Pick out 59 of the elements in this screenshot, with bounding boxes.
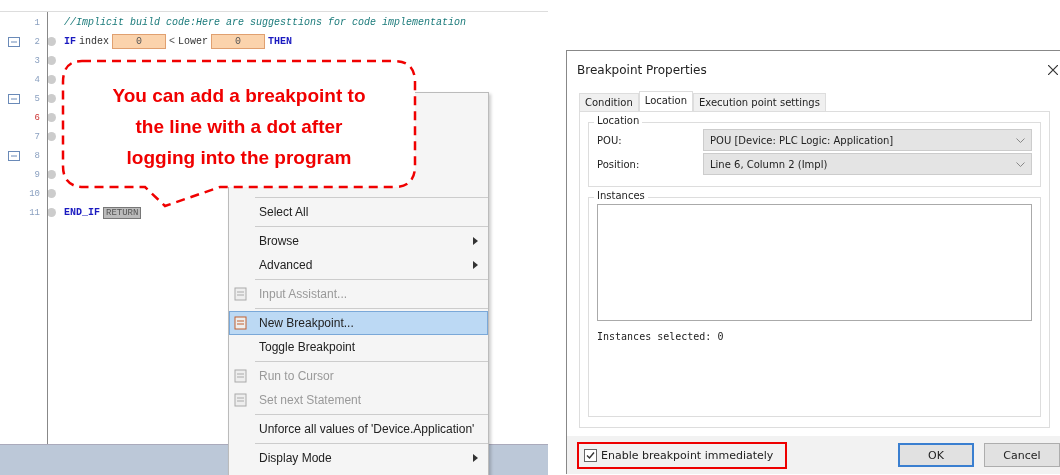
line-number: 8 xyxy=(33,150,40,161)
code-comment: //Implicit build code:Here are suggesttions for code implementation xyxy=(64,17,467,28)
line-number: 7 xyxy=(33,131,40,142)
breakpoint-dot[interactable] xyxy=(47,113,56,122)
dialog-title: Breakpoint Properties xyxy=(577,63,707,77)
breakpoint-dot[interactable] xyxy=(47,132,56,141)
tab[interactable]: Execution point settings xyxy=(693,93,826,111)
tab[interactable]: Location xyxy=(638,91,694,111)
tab[interactable]: Condition xyxy=(579,93,639,111)
breakpoint-dot[interactable] xyxy=(47,37,56,46)
code-keyword: END_IF xyxy=(64,207,100,218)
monitor-value: 0 xyxy=(211,34,266,49)
checkbox-label: Enable breakpoint immediately xyxy=(601,448,774,462)
dropdown[interactable]: Line 6, Column 2 (Impl) xyxy=(703,153,1032,175)
breakpoint-dot[interactable] xyxy=(47,94,56,103)
group-label: Instances xyxy=(594,190,648,201)
line-number: 10 xyxy=(28,188,40,199)
line-number: 3 xyxy=(33,55,40,66)
chevron-icon xyxy=(1016,137,1025,143)
code-identifier: Lower xyxy=(178,36,209,47)
breakpoint-dot[interactable] xyxy=(47,189,56,198)
code-keyword: THEN xyxy=(268,36,293,47)
line-number: 5 xyxy=(33,93,40,104)
code-operator: < xyxy=(169,36,176,47)
menu-item[interactable]: Display Mode xyxy=(229,446,488,470)
menu-item[interactable]: Unforce all values of 'Device.Application' xyxy=(229,417,488,441)
monitor-value: 0 xyxy=(112,34,167,49)
breakpoint-dot[interactable] xyxy=(47,56,56,65)
line-number: 2 xyxy=(33,36,40,47)
collapse-icon[interactable] xyxy=(8,93,20,104)
menu-item[interactable]: New Breakpoint... xyxy=(229,311,488,335)
field-label: Position: xyxy=(597,158,641,170)
dialog-button[interactable]: OK xyxy=(898,443,974,467)
instances-list[interactable] xyxy=(597,204,1032,321)
line-number: 4 xyxy=(33,74,40,85)
chevron-icon xyxy=(1016,161,1025,167)
code-identifier: index xyxy=(79,36,110,47)
field-label: POU: xyxy=(597,134,623,146)
breakpoint-dot[interactable] xyxy=(47,75,56,84)
collapse-icon[interactable] xyxy=(8,150,20,161)
breakpoint-dot[interactable] xyxy=(47,170,56,179)
collapse-icon[interactable] xyxy=(8,36,20,47)
callout-bubble: You can add a breakpoint to the line with a dot after logging into the program xyxy=(60,58,418,208)
checkbox[interactable] xyxy=(584,448,597,462)
breakpoint-dot[interactable] xyxy=(47,208,56,217)
menu-item[interactable]: Browse xyxy=(229,229,488,253)
line-number: 11 xyxy=(28,207,40,218)
menu-item[interactable]: Advanced xyxy=(229,253,488,277)
return-marker: RETURN xyxy=(103,206,142,219)
menu-item[interactable]: Toggle Breakpoint xyxy=(229,335,488,359)
line-number: 9 xyxy=(33,169,40,180)
close-icon[interactable] xyxy=(1048,65,1058,75)
dropdown[interactable]: POU [Device: PLC Logic: Application] xyxy=(703,129,1032,151)
code-keyword: IF xyxy=(64,36,76,47)
status-text: Instances selected: 0 xyxy=(597,331,725,342)
dialog-button[interactable]: Cancel xyxy=(984,443,1060,467)
line-number: 6 xyxy=(33,112,40,123)
line-number: 1 xyxy=(33,17,40,28)
group-label: Location xyxy=(594,115,643,126)
